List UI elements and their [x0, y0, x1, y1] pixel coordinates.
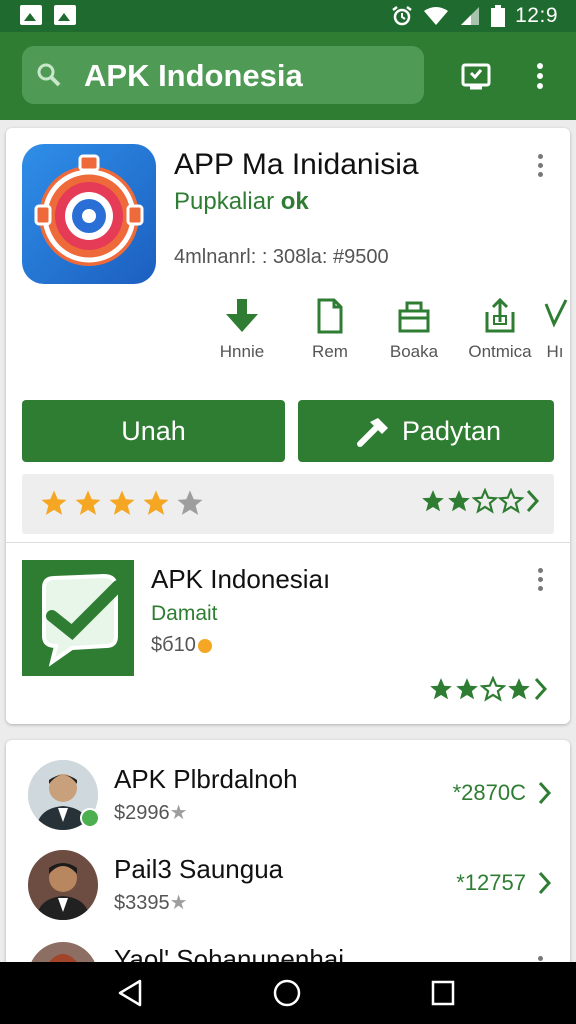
app2-title: APK Indonesiaı: [151, 564, 331, 594]
star-filled-icon: [448, 490, 470, 512]
wifi-icon: [424, 7, 449, 25]
action-label: Hı: [546, 342, 564, 361]
star-empty-icon: [177, 490, 203, 515]
action-boaka[interactable]: Boaka: [374, 296, 454, 362]
list-item[interactable]: Pail3 Saungua $3395★ *12757: [6, 846, 570, 936]
list-item-price-value: $3395: [114, 892, 170, 914]
app-icon[interactable]: [22, 144, 156, 284]
star-filled-icon: [109, 490, 135, 515]
app-detail-card: APP Ma Inidanisia Pupkaliar ok 4mlnanrl:…: [6, 128, 570, 724]
more-vert-icon[interactable]: [524, 60, 556, 92]
clock: 12:9: [515, 4, 558, 27]
recents-icon[interactable]: [430, 978, 456, 1008]
coin-icon: [197, 638, 212, 653]
home-icon[interactable]: [272, 978, 302, 1008]
image-notification-icon: [54, 5, 76, 25]
app-meta: 4mlnanrl: : 308la: #9500: [174, 246, 389, 268]
list-item[interactable]: APK Plbrdalnoh $2996★ *2870C: [6, 756, 570, 846]
check-shield-icon: [544, 299, 568, 328]
star-filled-icon: [456, 678, 478, 700]
list-item-value: *12757: [456, 870, 526, 895]
list-item-price: $3395★: [114, 890, 188, 915]
star-filled-icon: [143, 490, 169, 515]
share-upload-icon: [485, 297, 515, 333]
rating-row[interactable]: [22, 474, 554, 534]
signal-icon: [461, 7, 480, 25]
star-outline-icon: [472, 488, 498, 514]
app2-icon[interactable]: [22, 560, 134, 676]
app2-price-value: $б10: [151, 634, 196, 656]
divider: [6, 542, 570, 543]
rating-summary-stars: [420, 488, 540, 514]
card-more-icon[interactable]: [536, 154, 544, 180]
cast-icon[interactable]: [460, 60, 492, 92]
list-item-price: $2996★: [114, 800, 188, 825]
app-bar: APK Indonesia: [0, 32, 576, 120]
action-rem[interactable]: Rem: [290, 296, 370, 362]
download-icon: [226, 299, 258, 332]
user-rating-stars[interactable]: [38, 488, 206, 518]
list-item-price-value: $2996: [114, 802, 170, 824]
chevron-right-icon[interactable]: [536, 870, 552, 896]
action-label: Rem: [312, 342, 348, 361]
action-label: Ontmica: [468, 342, 532, 361]
app-title: APP Ma Inidanisia: [174, 148, 419, 181]
primary-button[interactable]: Unah: [22, 400, 285, 462]
app-list-card: APK Plbrdalnoh $2996★ *2870C Pail3 Saung…: [6, 740, 570, 980]
hammer-icon: [357, 418, 388, 447]
action-ontmica[interactable]: Ontmica: [460, 296, 540, 362]
app2-developer[interactable]: Damait: [151, 602, 218, 626]
app-developer[interactable]: Pupkaliar ok: [174, 188, 309, 216]
list-item-value: *2870C: [452, 780, 526, 805]
chat-check-icon: [42, 573, 124, 667]
search-icon: [37, 63, 61, 87]
star-outline-icon: [480, 676, 506, 702]
online-badge: [80, 808, 100, 828]
search-box[interactable]: APK Indonesia: [22, 46, 424, 104]
secondary-button-label: Padytan: [402, 416, 502, 446]
avatar: [28, 850, 98, 920]
star-empty-icon: ★: [169, 892, 188, 914]
action-label: Boaka: [389, 342, 439, 361]
gallery-notification-icon: [20, 5, 42, 25]
action-label: Hnnie: [219, 342, 265, 361]
chevron-right-icon[interactable]: [524, 488, 540, 514]
star-filled-icon: [422, 490, 444, 512]
app2-price: $б10: [151, 634, 212, 657]
system-nav-bar: [0, 962, 576, 1024]
app2-rating-stars: [428, 676, 548, 702]
star-filled-icon: [41, 490, 67, 515]
verified-badge: ok: [280, 188, 309, 215]
shopping-bag-icon: [398, 301, 430, 333]
back-icon[interactable]: [116, 978, 144, 1008]
action-more[interactable]: Hı: [540, 296, 570, 362]
list-item-title: APK Plbrdalnoh: [114, 764, 298, 794]
star-filled-icon: [430, 678, 452, 700]
target-logo-icon: [34, 154, 144, 266]
action-install[interactable]: Hnnie: [202, 296, 282, 362]
chevron-right-icon[interactable]: [532, 676, 548, 702]
list-item-title: Pail3 Saungua: [114, 854, 284, 884]
search-query: APK Indonesia: [84, 58, 303, 93]
action-row: Hnnie Rem Boaka Ontmica Hı: [206, 296, 570, 366]
app-developer-label: Pupkaliar: [174, 188, 275, 215]
app2-more-icon[interactable]: [536, 568, 544, 594]
star-empty-icon: ★: [169, 802, 188, 824]
star-outline-icon: [498, 488, 524, 514]
star-filled-icon: [508, 678, 530, 700]
status-bar: 12:9: [0, 0, 576, 32]
star-filled-icon: [75, 490, 101, 515]
secondary-button[interactable]: Padytan: [298, 400, 554, 462]
alarm-icon: [392, 6, 412, 26]
chevron-right-icon[interactable]: [536, 780, 552, 806]
battery-icon: [491, 5, 506, 27]
document-icon: [317, 298, 343, 334]
